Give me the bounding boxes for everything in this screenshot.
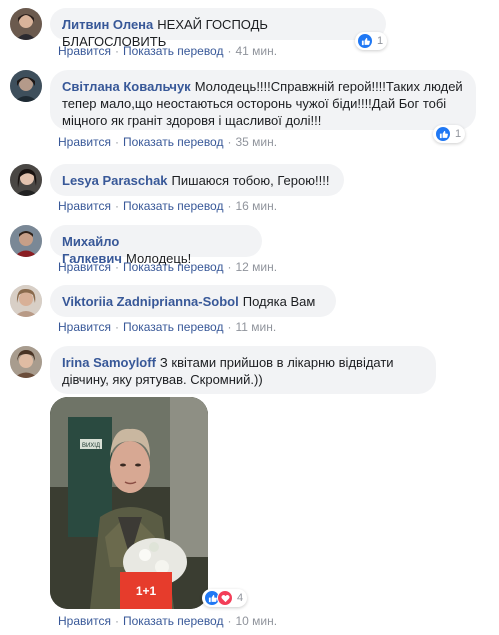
show-translation-link[interactable]: Показать перевод: [123, 260, 224, 274]
show-translation-link[interactable]: Показать перевод: [123, 614, 224, 628]
comment-author[interactable]: Viktoriia Zadniprianna-Sobol: [62, 294, 239, 309]
reaction-summary[interactable]: 4: [202, 589, 248, 607]
comment-author[interactable]: Литвин Олена: [62, 17, 153, 32]
separator: ·: [114, 44, 119, 58]
like-link[interactable]: Нравится: [58, 614, 111, 628]
comment-author[interactable]: Lesya Paraschak: [62, 173, 168, 188]
separator: ·: [227, 135, 232, 149]
comment-text: Подяка Вам: [242, 294, 316, 309]
comment-time[interactable]: 10 мин.: [235, 614, 277, 628]
separator: ·: [114, 199, 119, 213]
separator: ·: [227, 260, 232, 274]
comment-bubble: Світлана Ковальчук Молодець!!!!Справжній …: [50, 70, 476, 130]
avatar[interactable]: [10, 164, 42, 196]
comment-time[interactable]: 16 мин.: [235, 199, 277, 213]
comment-time[interactable]: 11 мин.: [235, 320, 276, 334]
separator: ·: [227, 614, 232, 628]
tv-logo-text: 1+1: [136, 584, 157, 598]
avatar[interactable]: [10, 285, 42, 317]
show-translation-link[interactable]: Показать перевод: [123, 135, 224, 149]
like-link[interactable]: Нравится: [58, 260, 111, 274]
comment-bubble: Михайло Галкевич Молодець!: [50, 225, 262, 266]
comment-time[interactable]: 41 мин.: [235, 44, 277, 58]
avatar[interactable]: [10, 70, 42, 102]
reaction-summary[interactable]: 1: [355, 32, 388, 50]
comment-bubble: Литвин Олена НЕХАЙ ГОСПОДЬ БЛАГОСЛОВИТЬ: [50, 8, 386, 49]
show-translation-link[interactable]: Показать перевод: [123, 199, 224, 213]
like-link[interactable]: Нравится: [58, 44, 111, 58]
comment-actions: Нравится · Показать перевод · 11 мин.: [58, 320, 276, 334]
avatar[interactable]: [10, 225, 42, 257]
separator: ·: [227, 44, 232, 58]
separator: ·: [114, 614, 119, 628]
separator: ·: [114, 135, 119, 149]
like-reaction-icon: [357, 33, 373, 49]
love-reaction-icon: [217, 590, 233, 606]
comment-actions: Нравится · Показать перевод · 16 мин.: [58, 199, 277, 213]
avatar[interactable]: [10, 8, 42, 40]
separator: ·: [227, 199, 232, 213]
reaction-count: 1: [455, 128, 462, 140]
comment-time[interactable]: 35 мин.: [235, 135, 277, 149]
comment-bubble: Lesya Paraschak Пишаюся тобою, Герою!!!!: [50, 164, 344, 196]
reaction-count: 4: [237, 592, 244, 604]
avatar[interactable]: [10, 346, 42, 378]
separator: ·: [227, 320, 232, 334]
reaction-summary[interactable]: 1: [433, 125, 466, 143]
comment-time[interactable]: 12 мин.: [235, 260, 277, 274]
like-link[interactable]: Нравится: [58, 320, 111, 334]
comment-actions: Нравится · Показать перевод · 10 мин.: [58, 614, 277, 628]
show-translation-link[interactable]: Показать перевод: [123, 44, 224, 58]
comment-bubble: Viktoriia Zadniprianna-Sobol Подяка Вам: [50, 285, 336, 317]
comment-bubble: Irina Samoyloff З квітами прийшов в лікар…: [50, 346, 436, 394]
separator: ·: [114, 320, 119, 334]
show-translation-link[interactable]: Показать перевод: [123, 320, 224, 334]
separator: ·: [114, 260, 119, 274]
comment-photo[interactable]: ВИХІД 1+1: [50, 397, 208, 609]
comment-author[interactable]: Світлана Ковальчук: [62, 79, 191, 94]
like-link[interactable]: Нравится: [58, 135, 111, 149]
reaction-count: 1: [377, 35, 384, 47]
comment-text: Пишаюся тобою, Герою!!!!: [171, 173, 330, 188]
comment-actions: Нравится · Показать перевод · 41 мин.: [58, 44, 277, 58]
like-reaction-icon: [435, 126, 451, 142]
comment-actions: Нравится · Показать перевод · 35 мин.: [58, 135, 277, 149]
like-link[interactable]: Нравится: [58, 199, 111, 213]
exit-sign-text: ВИХІД: [82, 443, 100, 449]
comment-actions: Нравится · Показать перевод · 12 мин.: [58, 260, 277, 274]
comment-author[interactable]: Irina Samoyloff: [62, 355, 156, 370]
